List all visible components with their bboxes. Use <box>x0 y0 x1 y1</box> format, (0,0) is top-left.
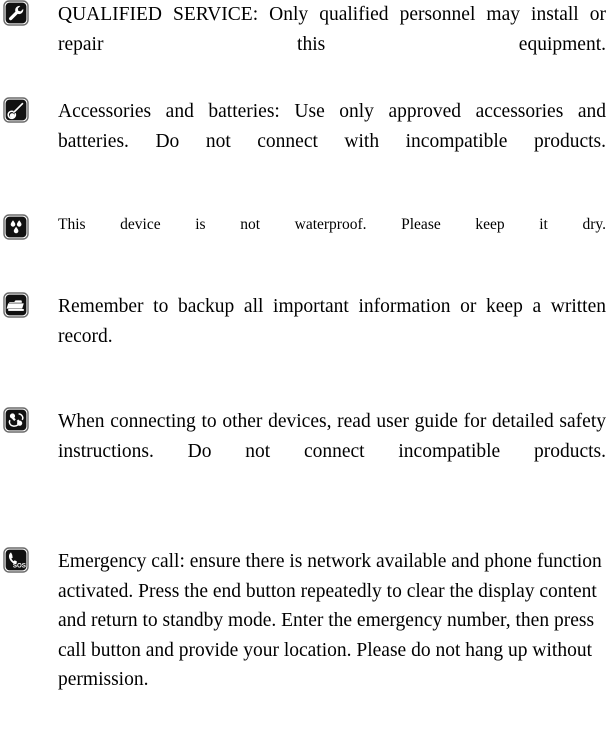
safety-warnings-page: QUALIFIED SERVICE: Only qualified person… <box>0 0 606 738</box>
notice-block: This device is not waterproof. Please ke… <box>0 214 606 258</box>
notice-text: QUALIFIED SERVICE: Only qualified person… <box>58 4 606 55</box>
sos-phone-icon: SOS <box>3 547 29 573</box>
connector-plug-icon <box>3 407 29 433</box>
notice-text: Accessories and batteries: Use only appr… <box>58 101 606 152</box>
notice-text: Remember to backup all important informa… <box>58 296 606 347</box>
folder-backup-icon <box>3 292 29 318</box>
notice-text: Emergency call: ensure there is network … <box>58 551 602 690</box>
battery-accessory-icon <box>3 97 29 123</box>
notice-block: QUALIFIED SERVICE: Only qualified person… <box>0 0 606 89</box>
water-drops-icon <box>3 214 29 240</box>
notice-text: When connecting to other devices, read u… <box>58 411 606 462</box>
svg-text:SOS: SOS <box>13 562 26 569</box>
wrench-icon <box>3 0 29 26</box>
notice-block: Accessories and batteries: Use only appr… <box>0 97 606 186</box>
notice-block: Remember to backup all important informa… <box>0 292 606 381</box>
notice-text: This device is not waterproof. Please ke… <box>58 216 606 233</box>
notice-block: When connecting to other devices, read u… <box>0 407 606 496</box>
notice-block: SOS Emergency call: ensure there is netw… <box>0 547 606 695</box>
